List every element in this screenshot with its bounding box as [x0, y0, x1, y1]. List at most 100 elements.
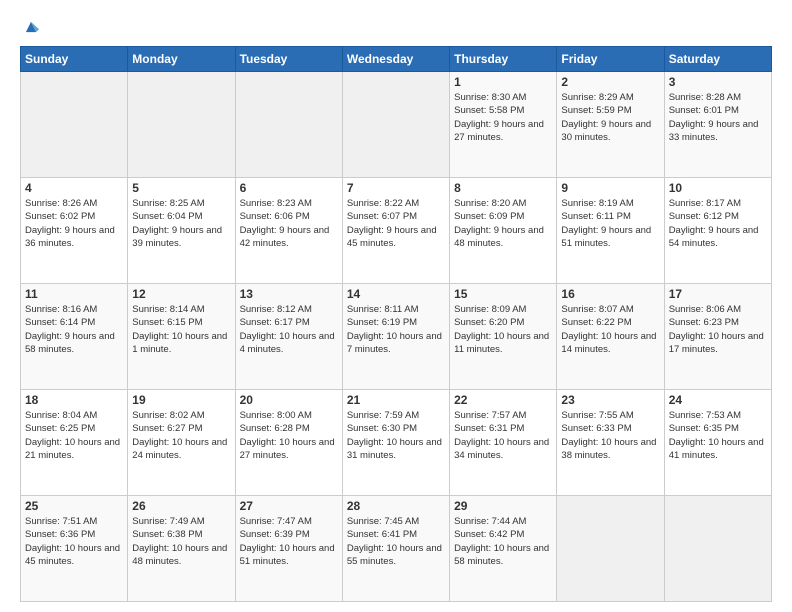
- header-day-friday: Friday: [557, 47, 664, 72]
- calendar-cell: 18Sunrise: 8:04 AMSunset: 6:25 PMDayligh…: [21, 390, 128, 496]
- header-day-tuesday: Tuesday: [235, 47, 342, 72]
- day-info: Sunrise: 8:04 AMSunset: 6:25 PMDaylight:…: [25, 409, 123, 462]
- day-number: 25: [25, 499, 123, 513]
- day-number: 1: [454, 75, 552, 89]
- page-header: [20, 16, 772, 38]
- week-row-3: 11 Sunrise: 8:16 AMSunset: 6:14 PMDayligh…: [21, 284, 772, 390]
- calendar-cell: [664, 496, 771, 602]
- calendar-cell: 19 Sunrise: 8:02 AMSunset: 6:27 PMDayligh…: [128, 390, 235, 496]
- day-info: Sunrise: 8:07 AMSunset: 6:22 PMDaylight:…: [561, 303, 659, 356]
- day-number: 29: [454, 499, 552, 513]
- calendar-cell: 29Sunrise: 7:44 AMSunset: 6:42 PMDayligh…: [450, 496, 557, 602]
- day-info: Sunrise: 8:20 AMSunset: 6:09 PMDaylight:…: [454, 197, 552, 250]
- day-info: Sunrise: 7:53 AMSunset: 6:35 PMDaylight:…: [669, 409, 767, 462]
- calendar-cell: 1 Sunrise: 8:30 AMSunset: 5:58 PMDaylight…: [450, 72, 557, 178]
- day-number: 5: [132, 181, 230, 195]
- calendar-cell: 15Sunrise: 8:09 AMSunset: 6:20 PMDayligh…: [450, 284, 557, 390]
- day-info: Sunrise: 8:00 AMSunset: 6:28 PMDaylight:…: [240, 409, 338, 462]
- day-info: Sunrise: 7:49 AMSunset: 6:38 PMDaylight:…: [132, 515, 230, 568]
- day-number: 13: [240, 287, 338, 301]
- header-day-saturday: Saturday: [664, 47, 771, 72]
- header-day-thursday: Thursday: [450, 47, 557, 72]
- calendar-cell: 27 Sunrise: 7:47 AMSunset: 6:39 PMDayligh…: [235, 496, 342, 602]
- day-info: Sunrise: 7:59 AMSunset: 6:30 PMDaylight:…: [347, 409, 445, 462]
- day-number: 2: [561, 75, 659, 89]
- calendar-cell: 10Sunrise: 8:17 AMSunset: 6:12 PMDayligh…: [664, 178, 771, 284]
- day-number: 6: [240, 181, 338, 195]
- day-info: Sunrise: 8:30 AMSunset: 5:58 PMDaylight:…: [454, 91, 552, 144]
- logo-icon: [20, 16, 42, 38]
- day-number: 22: [454, 393, 552, 407]
- day-info: Sunrise: 8:23 AMSunset: 6:06 PMDaylight:…: [240, 197, 338, 250]
- calendar-cell: 24Sunrise: 7:53 AMSunset: 6:35 PMDayligh…: [664, 390, 771, 496]
- day-number: 28: [347, 499, 445, 513]
- header-day-wednesday: Wednesday: [342, 47, 449, 72]
- calendar-cell: 13 Sunrise: 8:12 AMSunset: 6:17 PMDayligh…: [235, 284, 342, 390]
- day-info: Sunrise: 7:57 AMSunset: 6:31 PMDaylight:…: [454, 409, 552, 462]
- calendar-cell: 4 Sunrise: 8:26 AMSunset: 6:02 PMDaylight…: [21, 178, 128, 284]
- day-number: 3: [669, 75, 767, 89]
- day-info: Sunrise: 7:51 AMSunset: 6:36 PMDaylight:…: [25, 515, 123, 568]
- day-number: 17: [669, 287, 767, 301]
- day-number: 12: [132, 287, 230, 301]
- calendar-cell: 11 Sunrise: 8:16 AMSunset: 6:14 PMDayligh…: [21, 284, 128, 390]
- calendar-cell: 5Sunrise: 8:25 AMSunset: 6:04 PMDaylight…: [128, 178, 235, 284]
- day-info: Sunrise: 8:22 AMSunset: 6:07 PMDaylight:…: [347, 197, 445, 250]
- day-number: 21: [347, 393, 445, 407]
- week-row-5: 25 Sunrise: 7:51 AMSunset: 6:36 PMDayligh…: [21, 496, 772, 602]
- day-info: Sunrise: 8:26 AMSunset: 6:02 PMDaylight:…: [25, 197, 123, 250]
- day-number: 7: [347, 181, 445, 195]
- day-number: 23: [561, 393, 659, 407]
- day-info: Sunrise: 8:02 AMSunset: 6:27 PMDaylight:…: [132, 409, 230, 462]
- day-info: Sunrise: 8:19 AMSunset: 6:11 PMDaylight:…: [561, 197, 659, 250]
- calendar-cell: 28Sunrise: 7:45 AMSunset: 6:41 PMDayligh…: [342, 496, 449, 602]
- calendar-cell: 20 Sunrise: 8:00 AMSunset: 6:28 PMDayligh…: [235, 390, 342, 496]
- day-info: Sunrise: 8:16 AMSunset: 6:14 PMDaylight:…: [25, 303, 123, 356]
- calendar-cell: 26 Sunrise: 7:49 AMSunset: 6:38 PMDayligh…: [128, 496, 235, 602]
- day-info: Sunrise: 8:06 AMSunset: 6:23 PMDaylight:…: [669, 303, 767, 356]
- logo: [20, 16, 44, 38]
- calendar-cell: 14Sunrise: 8:11 AMSunset: 6:19 PMDayligh…: [342, 284, 449, 390]
- calendar-cell: 16 Sunrise: 8:07 AMSunset: 6:22 PMDayligh…: [557, 284, 664, 390]
- day-info: Sunrise: 7:47 AMSunset: 6:39 PMDaylight:…: [240, 515, 338, 568]
- header-day-monday: Monday: [128, 47, 235, 72]
- day-number: 19: [132, 393, 230, 407]
- day-info: Sunrise: 8:28 AMSunset: 6:01 PMDaylight:…: [669, 91, 767, 144]
- day-number: 27: [240, 499, 338, 513]
- day-info: Sunrise: 8:12 AMSunset: 6:17 PMDaylight:…: [240, 303, 338, 356]
- calendar-cell: 22 Sunrise: 7:57 AMSunset: 6:31 PMDayligh…: [450, 390, 557, 496]
- calendar-cell: [128, 72, 235, 178]
- day-number: 20: [240, 393, 338, 407]
- day-number: 8: [454, 181, 552, 195]
- day-number: 4: [25, 181, 123, 195]
- week-row-1: 1 Sunrise: 8:30 AMSunset: 5:58 PMDaylight…: [21, 72, 772, 178]
- calendar-cell: 7 Sunrise: 8:22 AMSunset: 6:07 PMDaylight…: [342, 178, 449, 284]
- calendar-cell: 23 Sunrise: 7:55 AMSunset: 6:33 PMDayligh…: [557, 390, 664, 496]
- calendar-cell: 25 Sunrise: 7:51 AMSunset: 6:36 PMDayligh…: [21, 496, 128, 602]
- header-row: SundayMondayTuesdayWednesdayThursdayFrid…: [21, 47, 772, 72]
- calendar-cell: 2 Sunrise: 8:29 AMSunset: 5:59 PMDaylight…: [557, 72, 664, 178]
- day-number: 26: [132, 499, 230, 513]
- week-row-4: 18Sunrise: 8:04 AMSunset: 6:25 PMDayligh…: [21, 390, 772, 496]
- calendar-table: SundayMondayTuesdayWednesdayThursdayFrid…: [20, 46, 772, 602]
- calendar-body: 1 Sunrise: 8:30 AMSunset: 5:58 PMDaylight…: [21, 72, 772, 602]
- calendar-cell: [557, 496, 664, 602]
- day-number: 16: [561, 287, 659, 301]
- calendar-cell: [21, 72, 128, 178]
- calendar-cell: 6 Sunrise: 8:23 AMSunset: 6:06 PMDaylight…: [235, 178, 342, 284]
- day-info: Sunrise: 7:55 AMSunset: 6:33 PMDaylight:…: [561, 409, 659, 462]
- calendar-cell: 17 Sunrise: 8:06 AMSunset: 6:23 PMDayligh…: [664, 284, 771, 390]
- day-info: Sunrise: 8:14 AMSunset: 6:15 PMDaylight:…: [132, 303, 230, 356]
- calendar-cell: [342, 72, 449, 178]
- calendar-cell: 21 Sunrise: 7:59 AMSunset: 6:30 PMDayligh…: [342, 390, 449, 496]
- day-number: 15: [454, 287, 552, 301]
- day-number: 14: [347, 287, 445, 301]
- day-info: Sunrise: 8:29 AMSunset: 5:59 PMDaylight:…: [561, 91, 659, 144]
- day-number: 11: [25, 287, 123, 301]
- week-row-2: 4 Sunrise: 8:26 AMSunset: 6:02 PMDaylight…: [21, 178, 772, 284]
- day-number: 9: [561, 181, 659, 195]
- calendar-cell: 8 Sunrise: 8:20 AMSunset: 6:09 PMDaylight…: [450, 178, 557, 284]
- calendar-cell: 9 Sunrise: 8:19 AMSunset: 6:11 PMDaylight…: [557, 178, 664, 284]
- calendar-header: SundayMondayTuesdayWednesdayThursdayFrid…: [21, 47, 772, 72]
- calendar-cell: 12 Sunrise: 8:14 AMSunset: 6:15 PMDayligh…: [128, 284, 235, 390]
